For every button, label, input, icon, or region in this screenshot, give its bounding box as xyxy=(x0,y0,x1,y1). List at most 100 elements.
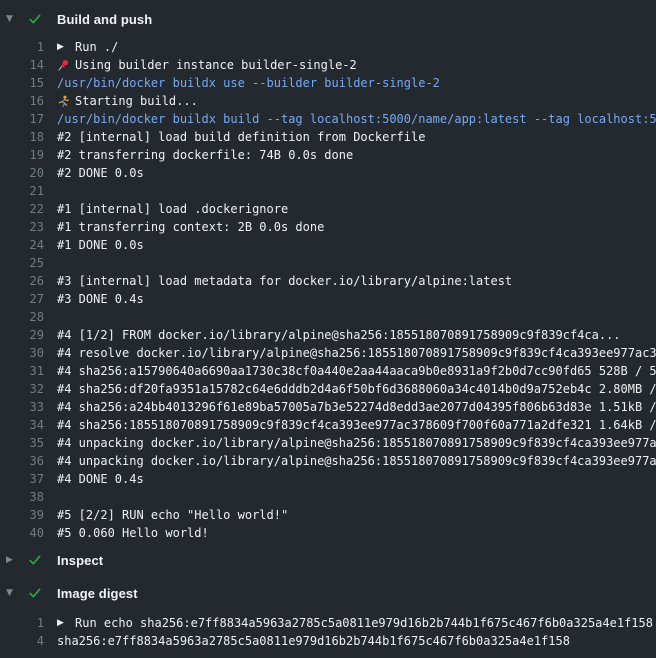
log-line: 4 sha256:e7ff8834a5963a2785c5a0811e979d16… xyxy=(0,632,656,650)
line-number[interactable]: 25 xyxy=(0,256,44,270)
log-line: 34 #4 sha256:185518070891758909c9f839cf4c… xyxy=(0,416,656,434)
line-number[interactable]: 31 xyxy=(0,364,44,378)
line-text: #1 [internal] load .dockerignore xyxy=(57,202,288,216)
log-line: 25 xyxy=(0,254,656,272)
line-text-content: Run echo sha256:e7ff8834a5963a2785c5a081… xyxy=(75,616,653,630)
line-number[interactable]: 30 xyxy=(0,346,44,360)
log-line: 14 Using builder instance builder-single-… xyxy=(0,56,656,74)
line-number[interactable]: 20 xyxy=(0,166,44,180)
section-build-and-push: ▼ Build and push 1 ▶Run ./ 14 Using builder… xyxy=(0,0,656,542)
line-text: #4 sha256:a15790640a6690aa1730c38cf0a440… xyxy=(57,364,656,378)
line-text-content: #1 DONE 0.0s xyxy=(57,238,144,252)
line-text-content: /usr/bin/docker buildx build --tag local… xyxy=(57,112,656,126)
log-line: 18 #2 [internal] load build definition fr… xyxy=(0,128,656,146)
log-line: 15/usr/bin/docker buildx use --builder b… xyxy=(0,74,656,92)
line-text: #2 DONE 0.0s xyxy=(57,166,144,180)
log-line: 28 xyxy=(0,308,656,326)
line-text: #4 unpacking docker.io/library/alpine@sh… xyxy=(57,454,656,468)
line-number[interactable]: 18 xyxy=(0,130,44,144)
line-number[interactable]: 15 xyxy=(0,76,44,90)
line-text: ▶Run ./ xyxy=(57,40,118,54)
log-line: 29 #4 [1/2] FROM docker.io/library/alpine… xyxy=(0,326,656,344)
line-number[interactable]: 22 xyxy=(0,202,44,216)
line-text-content: #1 [internal] load .dockerignore xyxy=(57,202,288,216)
line-text: #4 [1/2] FROM docker.io/library/alpine@s… xyxy=(57,328,621,342)
line-number[interactable]: 19 xyxy=(0,148,44,162)
chevron-down-icon: ▼ xyxy=(6,15,28,24)
log-line: 26 #3 [internal] load metadata for docker… xyxy=(0,272,656,290)
runner-icon xyxy=(57,95,75,108)
line-number[interactable]: 1 xyxy=(0,40,44,54)
line-number[interactable]: 23 xyxy=(0,220,44,234)
pushpin-icon xyxy=(57,59,75,72)
line-text: #5 [2/2] RUN echo "Hello world!" xyxy=(57,508,288,522)
play-icon[interactable]: ▶ xyxy=(57,43,75,52)
log-lines-build-and-push: 1 ▶Run ./ 14 Using builder instance builder… xyxy=(0,38,656,542)
check-icon xyxy=(28,586,57,600)
log-line: 1 ▶Run echo sha256:e7ff8834a5963a2785c5a0… xyxy=(0,614,656,632)
line-number[interactable]: 14 xyxy=(0,58,44,72)
line-number[interactable]: 24 xyxy=(0,238,44,252)
line-text: /usr/bin/docker buildx build --tag local… xyxy=(57,112,656,126)
line-text: #5 0.060 Hello world! xyxy=(57,526,209,540)
log-line: 27 #3 DONE 0.4s xyxy=(0,290,656,308)
line-number[interactable]: 38 xyxy=(0,490,44,504)
line-text: #3 [internal] load metadata for docker.i… xyxy=(57,274,512,288)
section-header-inspect[interactable]: ▶ Inspect xyxy=(0,542,656,578)
line-number[interactable]: 4 xyxy=(0,634,44,648)
line-text: Using builder instance builder-single-2 xyxy=(57,58,357,72)
line-text-content: #4 sha256:df20fa9351a15782c64e6dddb2d4a6… xyxy=(57,382,656,396)
line-text-content: #4 sha256:185518070891758909c9f839cf4ca3… xyxy=(57,418,656,432)
log-line: 40 #5 0.060 Hello world! xyxy=(0,524,656,542)
log-line: 19 #2 transferring dockerfile: 74B 0.0s d… xyxy=(0,146,656,164)
line-number[interactable]: 21 xyxy=(0,184,44,198)
line-text-content: #5 [2/2] RUN echo "Hello world!" xyxy=(57,508,288,522)
line-text-content: Run ./ xyxy=(75,40,118,54)
line-number[interactable]: 32 xyxy=(0,382,44,396)
check-icon xyxy=(28,553,57,567)
section-header-image-digest[interactable]: ▼ Image digest xyxy=(0,578,656,608)
line-number[interactable]: 16 xyxy=(0,94,44,108)
log-line: 20 #2 DONE 0.0s xyxy=(0,164,656,182)
line-text-content: #4 DONE 0.4s xyxy=(57,472,144,486)
line-text: ▶Run echo sha256:e7ff8834a5963a2785c5a08… xyxy=(57,616,653,630)
line-text: #4 unpacking docker.io/library/alpine@sh… xyxy=(57,436,656,450)
line-text-content: #2 DONE 0.0s xyxy=(57,166,144,180)
line-text: #3 DONE 0.4s xyxy=(57,292,144,306)
log-line: 36 #4 unpacking docker.io/library/alpine@… xyxy=(0,452,656,470)
line-number[interactable]: 17 xyxy=(0,112,44,126)
line-number[interactable]: 40 xyxy=(0,526,44,540)
line-text: /usr/bin/docker buildx use --builder bui… xyxy=(57,76,440,90)
log-line: 21 xyxy=(0,182,656,200)
line-number[interactable]: 28 xyxy=(0,310,44,324)
line-text-content: #2 transferring dockerfile: 74B 0.0s don… xyxy=(57,148,353,162)
line-text: #4 sha256:df20fa9351a15782c64e6dddb2d4a6… xyxy=(57,382,656,396)
line-number[interactable]: 33 xyxy=(0,400,44,414)
log-line: 32 #4 sha256:df20fa9351a15782c64e6dddb2d4… xyxy=(0,380,656,398)
line-number[interactable]: 39 xyxy=(0,508,44,522)
line-text: sha256:e7ff8834a5963a2785c5a0811e979d16b… xyxy=(57,634,570,648)
log-line: 30 #4 resolve docker.io/library/alpine@sh… xyxy=(0,344,656,362)
line-number[interactable]: 35 xyxy=(0,436,44,450)
line-number[interactable]: 34 xyxy=(0,418,44,432)
line-number[interactable]: 1 xyxy=(0,616,44,630)
log-lines-image-digest: 1 ▶Run echo sha256:e7ff8834a5963a2785c5a0… xyxy=(0,608,656,650)
chevron-right-icon: ▶ xyxy=(6,556,28,565)
play-icon[interactable]: ▶ xyxy=(57,619,75,628)
section-image-digest: ▼ Image digest 1 ▶Run echo sha256:e7ff883… xyxy=(0,578,656,650)
line-number[interactable]: 27 xyxy=(0,292,44,306)
line-text-content: sha256:e7ff8834a5963a2785c5a0811e979d16b… xyxy=(57,634,570,648)
line-number[interactable]: 26 xyxy=(0,274,44,288)
line-text-content: /usr/bin/docker buildx use --builder bui… xyxy=(57,76,440,90)
line-text: #1 DONE 0.0s xyxy=(57,238,144,252)
log-line: 37 #4 DONE 0.4s xyxy=(0,470,656,488)
chevron-down-icon: ▼ xyxy=(6,589,28,598)
line-number[interactable]: 29 xyxy=(0,328,44,342)
line-text: #4 resolve docker.io/library/alpine@sha2… xyxy=(57,346,656,360)
line-text: #2 [internal] load build definition from… xyxy=(57,130,425,144)
line-number[interactable]: 37 xyxy=(0,472,44,486)
line-text: #4 DONE 0.4s xyxy=(57,472,144,486)
section-header-build-and-push[interactable]: ▼ Build and push xyxy=(0,0,656,38)
log-line: 23#1 transferring context: 2B 0.0s done xyxy=(0,218,656,236)
line-number[interactable]: 36 xyxy=(0,454,44,468)
